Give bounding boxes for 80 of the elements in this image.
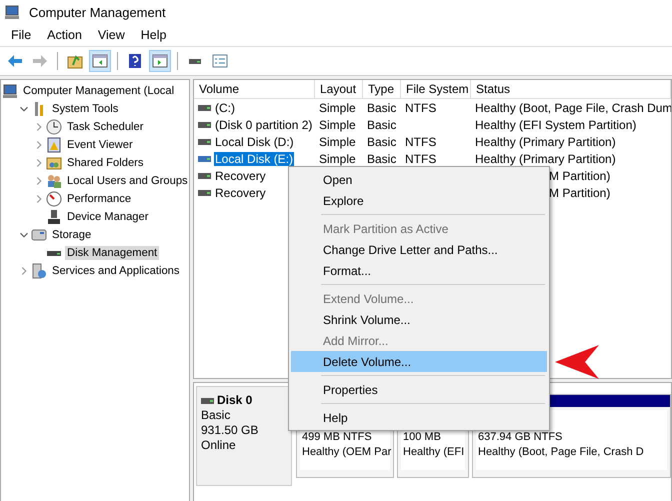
drive-icon [198, 138, 211, 144]
disk-status: Online [201, 438, 237, 453]
pane-icon [92, 53, 108, 69]
drive-icon [198, 190, 211, 196]
menu-item[interactable]: View [90, 26, 132, 44]
table-cell: NTFS [405, 152, 436, 166]
help-icon [127, 53, 143, 69]
table-cell: Basic [367, 118, 396, 132]
menu-item[interactable]: Shrink Volume... [291, 309, 547, 330]
forward-arrow-icon [32, 53, 48, 69]
drive-icon [198, 172, 211, 178]
disk-size: 931.50 GB [201, 423, 260, 438]
menu-item[interactable]: Help [134, 26, 174, 44]
partition-status: Healthy (OEM Par [302, 445, 392, 460]
list-icon [212, 53, 228, 69]
column-header[interactable]: Type [363, 80, 401, 98]
tree-item[interactable]: Services and Applications [50, 264, 182, 278]
tree-item[interactable]: System Tools [50, 102, 120, 116]
column-header[interactable]: Volume [194, 80, 315, 98]
pane-icon [152, 53, 168, 69]
table-cell: Healthy (Primary Partition) [475, 134, 616, 148]
partition-status: Healthy (Boot, Page File, Crash D [478, 445, 644, 460]
table-cell: NTFS [405, 134, 436, 148]
drive-icon [201, 398, 214, 404]
disk-name: Disk 0 [217, 393, 252, 408]
table-cell[interactable]: Recovery [214, 168, 267, 182]
partition-size: 499 MB NTFS [302, 430, 372, 445]
column-header[interactable]: Status [471, 80, 671, 98]
table-cell: Simple [319, 152, 356, 166]
toolbar-button[interactable] [149, 50, 171, 72]
back-arrow-icon [7, 53, 23, 69]
table-cell: Healthy (Primary Partition) [475, 152, 616, 166]
column-header[interactable]: Layout [315, 80, 363, 98]
tree-item[interactable]: Shared Folders [65, 156, 146, 170]
table-cell: NTFS [405, 100, 436, 114]
menu-item[interactable]: File [4, 26, 38, 44]
performance-icon [46, 191, 62, 207]
tree-item[interactable]: Task Scheduler [65, 120, 146, 134]
partition-size: 100 MB [403, 430, 441, 445]
tree-item[interactable]: Device Manager [65, 210, 150, 224]
clock-icon [46, 119, 62, 135]
menu-item[interactable]: Open [291, 169, 547, 190]
table-cell: Basic [367, 100, 396, 114]
table-cell: Basic [367, 134, 396, 148]
computer-icon [2, 83, 18, 99]
folder-up-icon [67, 53, 83, 69]
menu-item[interactable]: Action [40, 26, 89, 44]
computer-icon [4, 4, 20, 20]
table-cell[interactable]: Local Disk (E:) [214, 152, 294, 166]
tree-item[interactable]: Disk Management [65, 246, 160, 260]
table-cell: Healthy (EFI System Partition) [475, 118, 636, 132]
table-cell[interactable]: Recovery [214, 186, 267, 200]
tree-item[interactable]: Computer Management (Local [21, 84, 176, 98]
menu-item[interactable]: Format... [291, 260, 547, 281]
drive-icon [198, 104, 211, 110]
table-cell[interactable]: (Disk 0 partition 2) [214, 118, 314, 132]
partition-status: Healthy (EFI [403, 445, 464, 460]
tree-item[interactable]: Performance [65, 192, 134, 206]
menu-item[interactable]: Delete Volume... [291, 351, 547, 372]
partition-size: 637.94 GB NTFS [478, 430, 562, 445]
table-cell[interactable]: (C:) [214, 100, 236, 114]
disk-type: Basic [201, 408, 232, 423]
table-cell: M Partition) [549, 168, 610, 182]
table-cell: Simple [319, 100, 356, 114]
table-cell: Simple [319, 118, 356, 132]
table-cell: Simple [319, 134, 356, 148]
tree-item[interactable]: Local Users and Groups [65, 174, 189, 188]
table-cell: Basic [367, 152, 396, 166]
window-title: Computer Management [29, 4, 166, 20]
tree-item[interactable]: Event Viewer [65, 138, 135, 152]
toolbar-button[interactable] [89, 50, 111, 72]
drive-icon [198, 122, 211, 128]
table-cell[interactable]: Local Disk (D:) [214, 134, 295, 148]
users-icon [46, 173, 62, 189]
table-cell: M Partition) [549, 186, 610, 200]
menu-item[interactable]: Change Drive Letter and Paths... [291, 239, 547, 260]
column-header[interactable]: File System [401, 80, 471, 98]
drive-icon [198, 156, 211, 162]
tree-item[interactable]: Storage [50, 228, 94, 242]
menu-item[interactable]: Explore [291, 190, 547, 211]
